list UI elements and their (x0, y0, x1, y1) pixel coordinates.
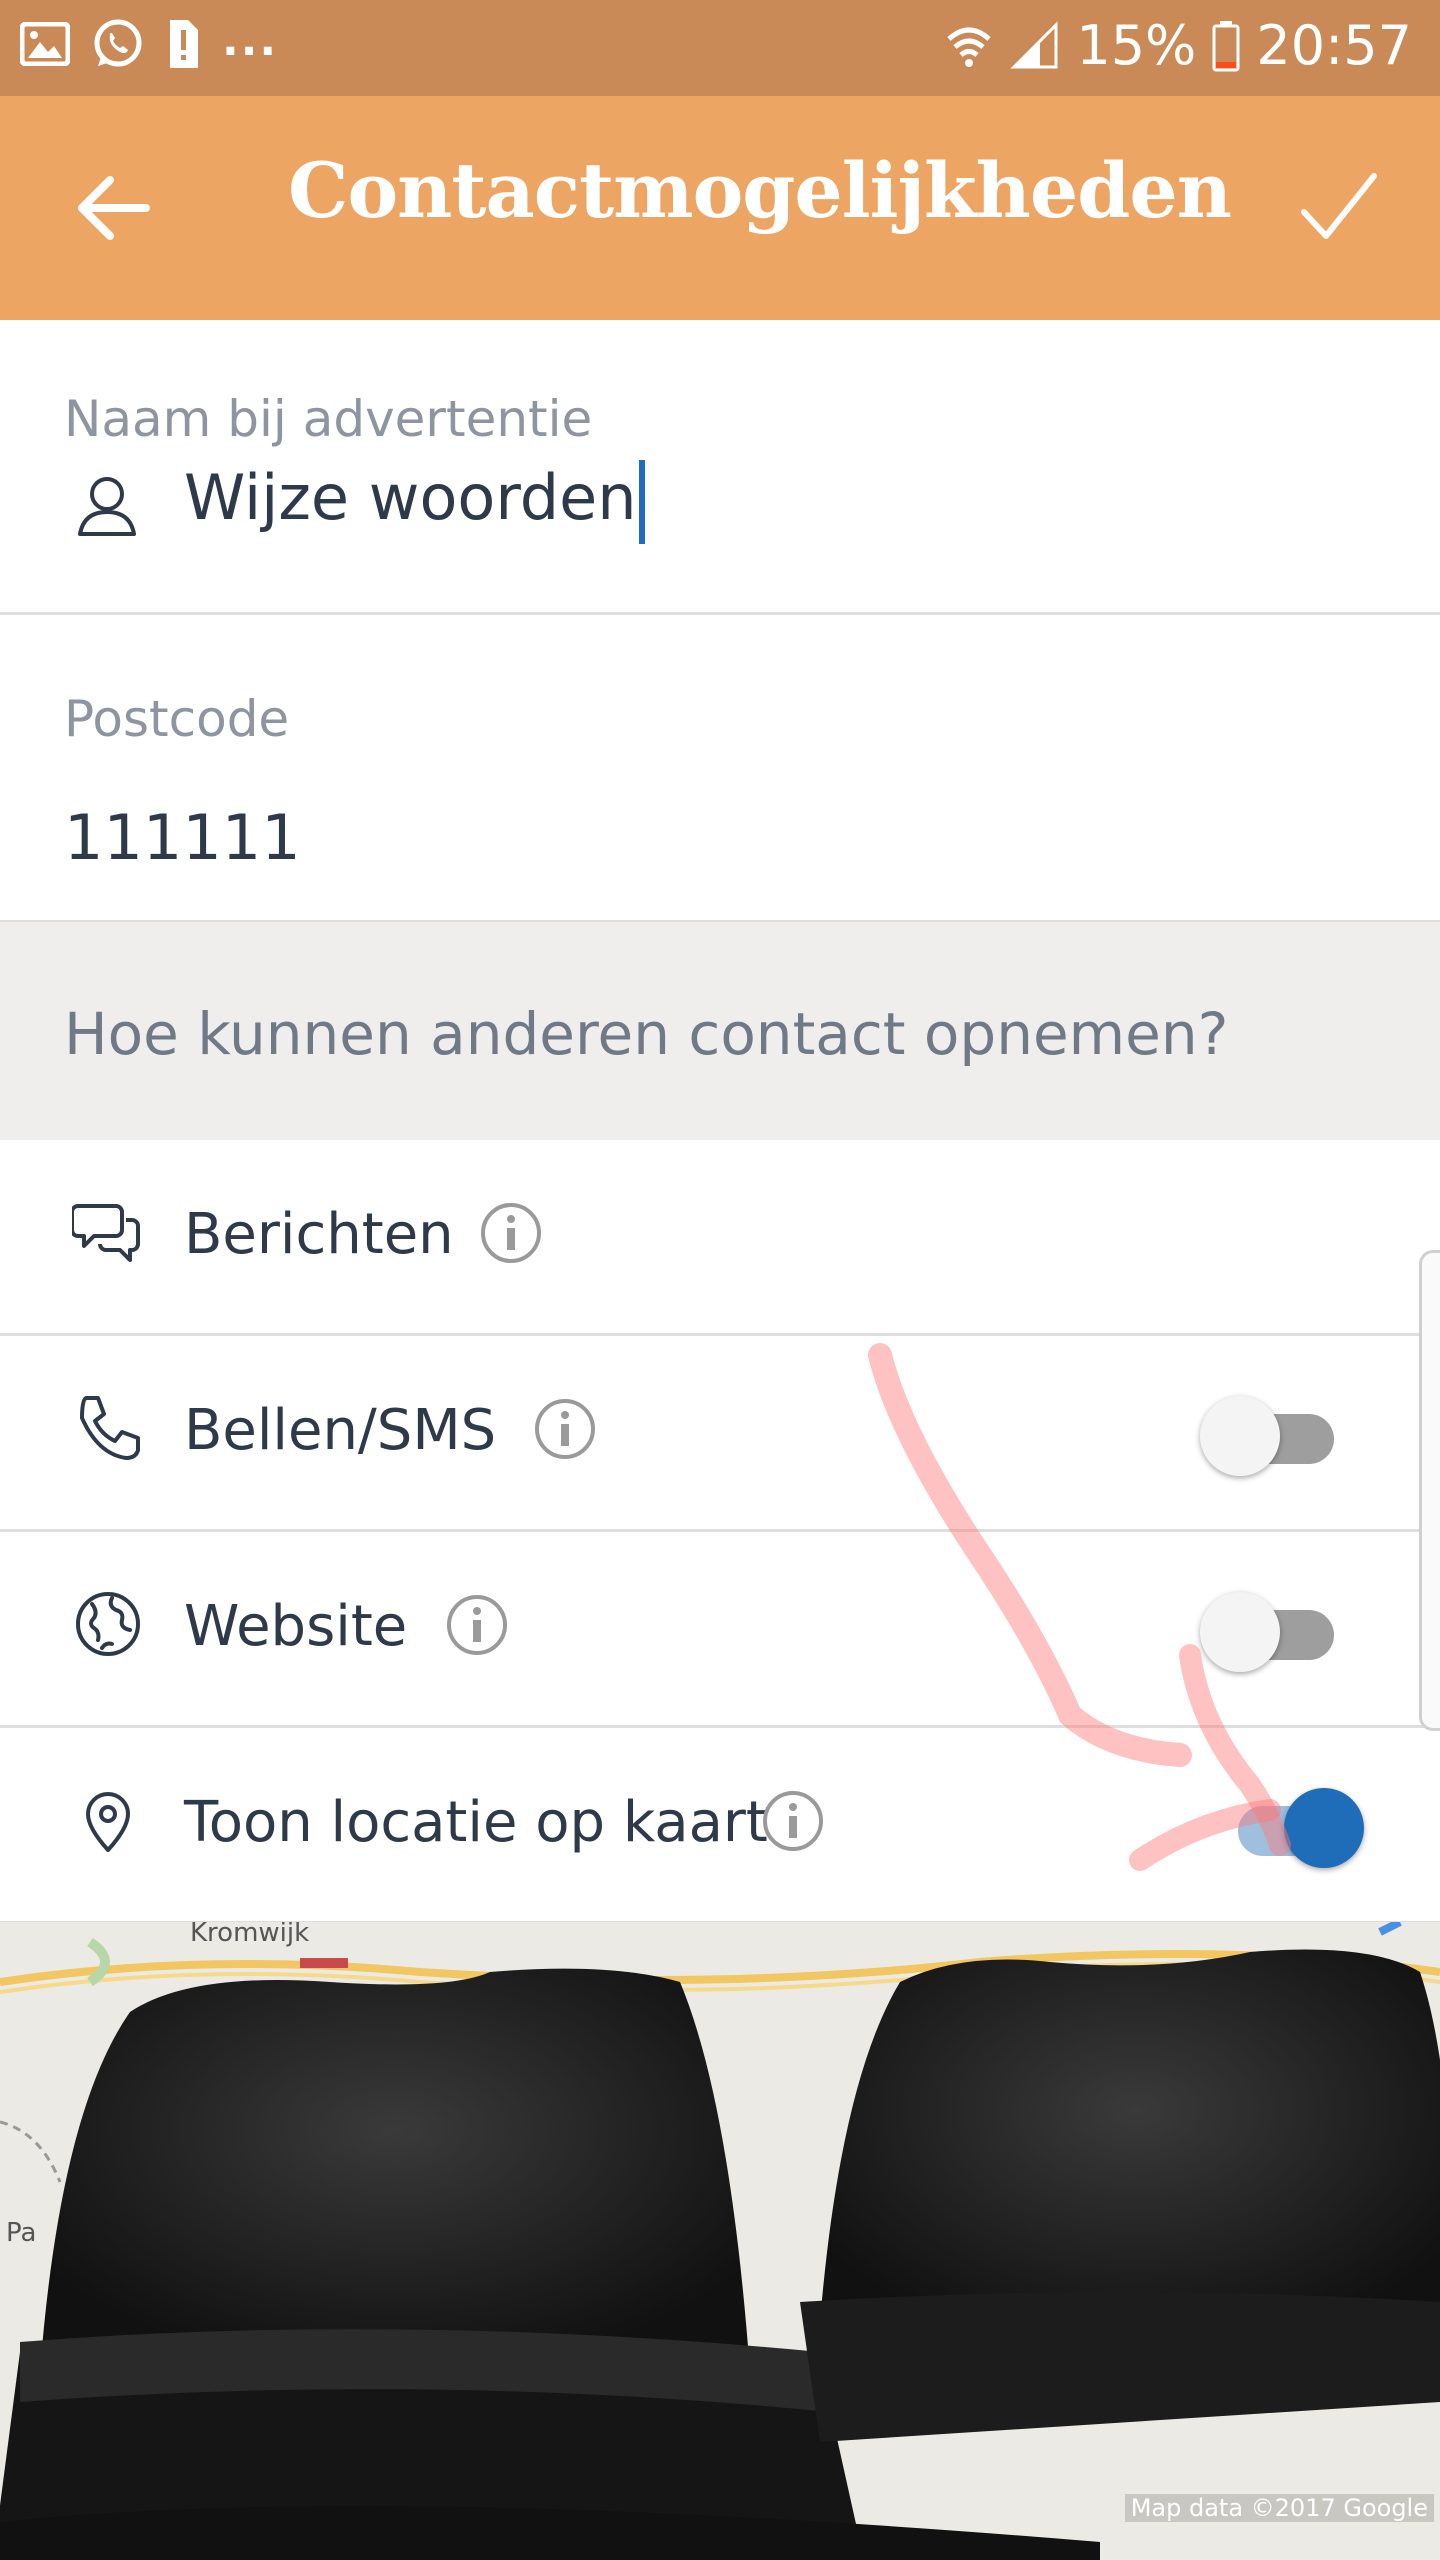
arrow-left-icon[interactable] (72, 166, 156, 250)
map-place-label: Pa (6, 2218, 37, 2248)
contact-option-bellen-sms[interactable]: Bellen/SMS (0, 1336, 1440, 1532)
contact-option-label: Berichten (184, 1202, 454, 1267)
signal-icon (1010, 20, 1058, 68)
name-field-label: Naam bij advertentie (64, 390, 593, 448)
toggle-knob (1200, 1592, 1280, 1672)
postcode-field[interactable]: Postcode 111111 (0, 615, 1440, 923)
bellen-sms-toggle[interactable] (1200, 1396, 1340, 1476)
contact-option-label: Bellen/SMS (184, 1398, 497, 1463)
page-title: Contactmogelijkheden (288, 146, 1232, 235)
map-credit: Map data ©2017 Google (1124, 2494, 1434, 2522)
postcode-input[interactable]: 111111 (64, 801, 301, 874)
wifi-icon (947, 27, 992, 67)
status-time: 20:57 (1256, 14, 1412, 77)
battery-percent: 15% (1076, 14, 1197, 77)
info-icon[interactable] (480, 1202, 542, 1264)
person-icon (78, 477, 136, 536)
battery-icon (1212, 20, 1240, 71)
status-icons-right: 15% 20:57 (944, 14, 1412, 77)
postcode-label: Postcode (64, 690, 290, 748)
app-bar: Contactmogelijkheden (0, 96, 1440, 320)
contact-option-locatie[interactable]: Toon locatie op kaart (0, 1728, 1440, 1924)
toggle-knob (1200, 1396, 1280, 1476)
contact-option-label: Toon locatie op kaart (184, 1790, 768, 1855)
location-map[interactable]: Kromwijk Pa Map data ©2017 Google (0, 1922, 1440, 2560)
contact-option-website[interactable]: Website (0, 1532, 1440, 1728)
more-notifications: ... (222, 14, 279, 66)
name-field[interactable]: Naam bij advertentie Wijze woorden (0, 320, 1440, 615)
contact-section-header: Hoe kunnen anderen contact opnemen? (0, 922, 1440, 1140)
contact-option-berichten[interactable]: Berichten (0, 1140, 1440, 1336)
status-icons-left: ... (20, 14, 279, 70)
info-icon[interactable] (534, 1398, 596, 1460)
website-toggle[interactable] (1200, 1592, 1340, 1672)
gallery-icon (20, 22, 70, 66)
location-pin-icon (86, 1792, 130, 1852)
info-icon[interactable] (446, 1594, 508, 1656)
contact-option-label: Website (184, 1594, 408, 1659)
globe-icon (76, 1592, 140, 1656)
chat-icon (72, 1204, 140, 1262)
text-cursor (638, 460, 645, 544)
locatie-toggle[interactable] (1220, 1788, 1364, 1868)
check-icon[interactable] (1296, 166, 1380, 250)
sim-alert-icon (170, 20, 198, 68)
name-input[interactable]: Wijze woorden (184, 461, 637, 534)
scroll-handle[interactable] (1419, 1250, 1440, 1731)
contact-section-heading: Hoe kunnen anderen contact opnemen? (64, 1000, 1229, 1068)
whatsapp-icon (94, 19, 142, 67)
info-icon[interactable] (762, 1790, 824, 1852)
map-roads (0, 1922, 1440, 2560)
status-bar: ... 15% 20:57 (0, 0, 1440, 96)
phone-icon (80, 1396, 140, 1460)
toggle-knob (1284, 1788, 1364, 1868)
map-place-label: Kromwijk (190, 1922, 310, 1948)
